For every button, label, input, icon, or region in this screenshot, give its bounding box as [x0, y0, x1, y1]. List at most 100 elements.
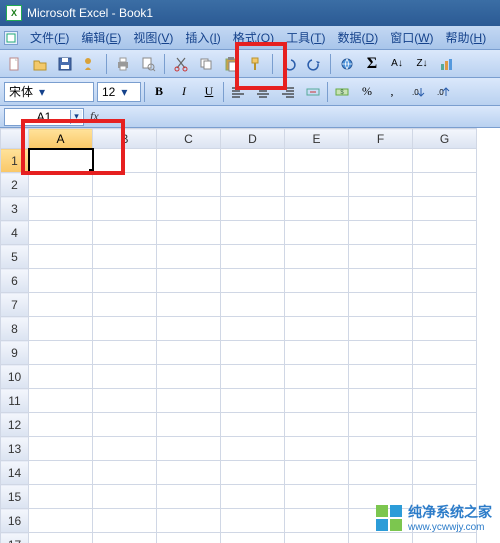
cell[interactable] [29, 245, 93, 269]
cell[interactable] [285, 437, 349, 461]
cell[interactable] [157, 413, 221, 437]
align-center-button[interactable] [252, 81, 274, 103]
cell[interactable] [349, 221, 413, 245]
cell[interactable] [349, 293, 413, 317]
cell[interactable] [285, 365, 349, 389]
cell[interactable] [157, 293, 221, 317]
row-header[interactable]: 5 [1, 245, 29, 269]
cell[interactable] [221, 365, 285, 389]
cell[interactable] [29, 485, 93, 509]
row-header[interactable]: 6 [1, 269, 29, 293]
cell[interactable] [349, 269, 413, 293]
cell[interactable] [157, 245, 221, 269]
cell[interactable] [285, 509, 349, 533]
cell[interactable] [285, 317, 349, 341]
cell[interactable] [285, 245, 349, 269]
row-header[interactable]: 16 [1, 509, 29, 533]
comma-button[interactable]: , [381, 81, 403, 103]
cell[interactable] [285, 197, 349, 221]
column-header[interactable]: G [413, 129, 477, 149]
cell[interactable] [157, 269, 221, 293]
cell[interactable] [29, 413, 93, 437]
cell[interactable] [93, 509, 157, 533]
row-header[interactable]: 10 [1, 365, 29, 389]
cell[interactable] [349, 173, 413, 197]
cell[interactable] [221, 389, 285, 413]
cell[interactable] [413, 365, 477, 389]
cell[interactable] [221, 221, 285, 245]
cell[interactable] [221, 485, 285, 509]
cell[interactable] [349, 365, 413, 389]
cell[interactable] [93, 293, 157, 317]
row-header[interactable]: 2 [1, 173, 29, 197]
redo-button[interactable] [303, 53, 325, 75]
font-size-combo[interactable]: 12 ▾ [97, 82, 141, 102]
row-header[interactable]: 7 [1, 293, 29, 317]
cell[interactable] [349, 197, 413, 221]
percent-button[interactable]: % [356, 81, 378, 103]
paste-button[interactable] [220, 53, 242, 75]
cell[interactable] [29, 341, 93, 365]
cell[interactable] [413, 437, 477, 461]
font-name-combo[interactable]: 宋体 ▾ [4, 82, 94, 102]
cell[interactable] [221, 293, 285, 317]
cell[interactable] [221, 149, 285, 173]
cell[interactable] [157, 485, 221, 509]
row-header[interactable]: 1 [1, 149, 29, 173]
name-box[interactable]: A1 ▾ [4, 108, 84, 126]
cell[interactable] [413, 317, 477, 341]
cell[interactable] [221, 413, 285, 437]
cell[interactable] [285, 461, 349, 485]
italic-button[interactable]: I [173, 81, 195, 103]
cell[interactable] [413, 461, 477, 485]
cell[interactable] [349, 437, 413, 461]
column-header[interactable]: A [29, 129, 93, 149]
cell[interactable] [157, 509, 221, 533]
menu-tools[interactable]: 工具(T) [280, 27, 331, 48]
cell[interactable] [93, 197, 157, 221]
cell[interactable] [285, 341, 349, 365]
cell[interactable] [93, 461, 157, 485]
cell[interactable] [93, 173, 157, 197]
menu-format[interactable]: 格式(O) [227, 27, 280, 48]
cell[interactable] [349, 317, 413, 341]
cell[interactable] [285, 293, 349, 317]
cell[interactable] [29, 365, 93, 389]
cell[interactable] [285, 485, 349, 509]
cell[interactable] [221, 197, 285, 221]
cell[interactable] [221, 173, 285, 197]
cell[interactable] [413, 173, 477, 197]
cell[interactable] [349, 245, 413, 269]
menu-edit[interactable]: 编辑(E) [75, 27, 127, 48]
row-header[interactable]: 3 [1, 197, 29, 221]
cell[interactable] [29, 293, 93, 317]
print-button[interactable] [112, 53, 134, 75]
cell[interactable] [349, 413, 413, 437]
cell[interactable] [285, 149, 349, 173]
open-button[interactable] [29, 53, 51, 75]
print-preview-button[interactable] [137, 53, 159, 75]
cell[interactable] [221, 317, 285, 341]
cell[interactable] [29, 197, 93, 221]
cell[interactable] [157, 437, 221, 461]
bold-button[interactable]: B [148, 81, 170, 103]
menu-view[interactable]: 视图(V) [127, 27, 179, 48]
new-button[interactable] [4, 53, 26, 75]
cell[interactable] [285, 173, 349, 197]
cell[interactable] [413, 221, 477, 245]
cell[interactable] [349, 149, 413, 173]
cell[interactable] [157, 221, 221, 245]
cell[interactable] [413, 413, 477, 437]
cell[interactable] [93, 149, 157, 173]
cell[interactable] [29, 173, 93, 197]
cell[interactable] [157, 317, 221, 341]
cell[interactable] [285, 269, 349, 293]
column-header[interactable]: B [93, 129, 157, 149]
cell[interactable] [221, 461, 285, 485]
row-header[interactable]: 17 [1, 533, 29, 543]
cell[interactable] [221, 245, 285, 269]
cell[interactable] [93, 413, 157, 437]
cell[interactable] [93, 245, 157, 269]
cell[interactable] [157, 149, 221, 173]
format-painter-button[interactable] [245, 53, 267, 75]
